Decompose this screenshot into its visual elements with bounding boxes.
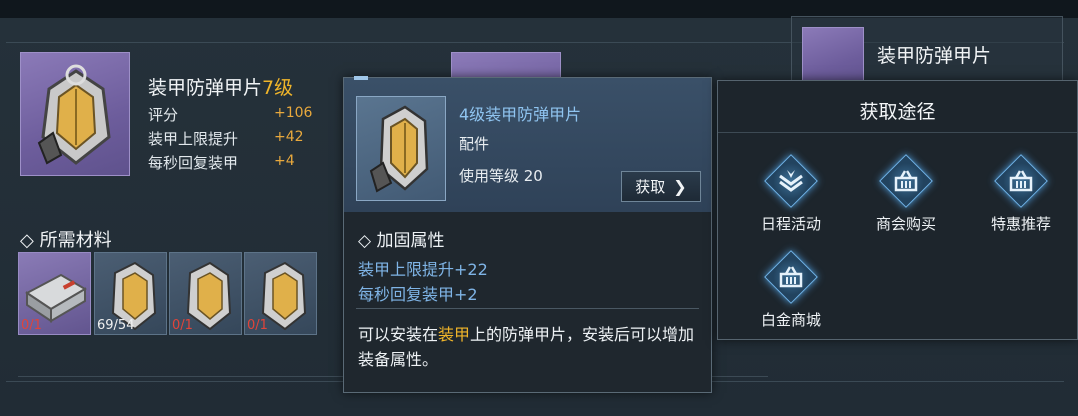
source-label: 特惠推荐 [990, 215, 1051, 233]
main-item-title: 装甲防弹甲片7级 [148, 73, 293, 100]
stat-value-armor-regen: +4 [274, 153, 295, 169]
stat-value-score: +106 [274, 105, 313, 121]
tooltip-item-name: 4级装甲防弹甲片 [459, 105, 582, 124]
materials-heading: ◇ 所需材料 [20, 226, 112, 252]
tooltip-item-type: 配件 [459, 135, 490, 153]
acquisition-title: 获取途径 [859, 101, 936, 123]
material-slot[interactable]: 0/1 [244, 252, 317, 335]
tooltip-section-label: 加固属性 [376, 231, 445, 251]
material-count: 0/1 [21, 318, 42, 333]
diamond-bullet-icon: ◇ [358, 231, 372, 251]
armor-plate-icon [29, 59, 123, 171]
chevron-right-icon: ❯ [673, 177, 687, 196]
source-label: 商会购买 [875, 215, 936, 233]
tooltip-item-icon [356, 96, 446, 201]
source-schedule-activity[interactable]: 日程活动 [741, 154, 841, 234]
stat-label-armor-cap: 装甲上限提升 [148, 130, 239, 148]
source-special-offer[interactable]: 特惠推荐 [971, 154, 1071, 234]
main-item-icon[interactable] [20, 52, 130, 176]
acquisition-header: 获取途径 [718, 81, 1077, 133]
tooltip-use-level: 使用等级 20 [459, 167, 543, 185]
armor-plate-icon [369, 105, 429, 193]
material-count: 0/1 [247, 318, 268, 333]
tooltip-separator [356, 308, 699, 309]
source-platinum-mall[interactable]: 白金商城 [741, 250, 841, 330]
tooltip-accent [354, 76, 368, 80]
get-button-label: 获取 [635, 178, 666, 196]
basket-icon [994, 154, 1048, 208]
material-slot[interactable]: 0/1 [169, 252, 242, 335]
desc-highlight: 装甲 [438, 325, 471, 344]
stat-label-score: 评分 [148, 106, 179, 124]
materials-label: 所需材料 [39, 230, 112, 251]
basket-icon [879, 154, 933, 208]
schedule-icon [764, 154, 818, 208]
item-tooltip: 4级装甲防弹甲片 配件 使用等级 20 获取 ❯ ◇ 加固属性 装甲上限提升+2… [343, 76, 712, 393]
tooltip-attribute: 装甲上限提升+22 [358, 260, 488, 279]
material-slot[interactable]: 69/54 [94, 252, 167, 335]
tooltip-description: 可以安装在装甲上的防弹甲片，安装后可以增加装备属性。 [358, 322, 703, 372]
desc-prefix: 可以安装在 [358, 325, 439, 344]
tooltip-section-heading: ◇ 加固属性 [358, 226, 444, 251]
tooltip-attribute: 每秒回复装甲+2 [358, 285, 478, 304]
material-slot[interactable]: 0/1 [18, 252, 91, 335]
compare-item-name: 装甲防弹甲片 [877, 45, 992, 67]
material-count: 69/54 [97, 318, 135, 333]
main-item-level: 7级 [262, 77, 294, 99]
diamond-bullet-icon: ◇ [20, 230, 34, 251]
stat-value-armor-cap: +42 [274, 129, 304, 145]
source-label: 日程活动 [760, 215, 821, 233]
material-count: 0/1 [172, 318, 193, 333]
get-button[interactable]: 获取 ❯ [621, 171, 701, 202]
acquisition-popup: 获取途径 日程活动 商会购买 特惠推荐 白金商城 [717, 80, 1078, 340]
main-item-name: 装甲防弹甲片 [148, 77, 263, 99]
stat-label-armor-regen: 每秒回复装甲 [148, 154, 239, 172]
source-label: 白金商城 [760, 311, 821, 329]
source-chamber-purchase[interactable]: 商会购买 [856, 154, 956, 234]
basket-icon [764, 250, 818, 304]
